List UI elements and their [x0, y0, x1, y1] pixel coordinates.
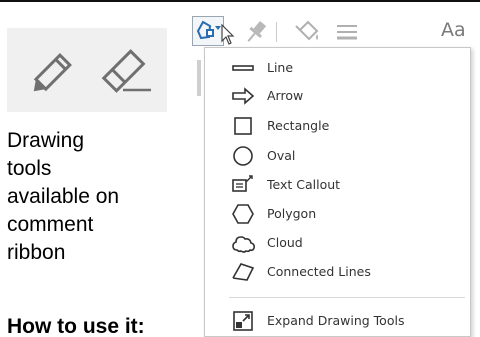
- toolbar-divider: [276, 22, 277, 42]
- fill-color-button[interactable]: [290, 16, 322, 48]
- oval-icon: [233, 146, 253, 166]
- text-callout-icon: [232, 175, 253, 192]
- expand-drawing-tools-icon: [233, 311, 253, 331]
- pin-button[interactable]: [242, 16, 270, 48]
- menu-item-rectangle[interactable]: Rectangle: [205, 112, 470, 140]
- line-icon: [232, 65, 254, 71]
- scrollbar-fragment: [197, 60, 201, 96]
- menu-item-label: Cloud: [267, 235, 303, 250]
- rectangle-icon: [234, 117, 252, 135]
- caption-text: Drawing tools available on comment ribbo…: [7, 127, 177, 267]
- drawing-tools-menu: Line Arrow Rectangle Oval Text Callout P…: [204, 47, 471, 337]
- menu-item-label: Expand Drawing Tools: [267, 313, 405, 328]
- menu-separator: [229, 297, 465, 298]
- caption-line: ribbon: [7, 241, 66, 264]
- line-style-button[interactable]: [332, 16, 362, 48]
- pencil-icon: [33, 53, 72, 92]
- caption-line: Drawing: [7, 129, 85, 152]
- arrow-icon: [232, 87, 255, 105]
- caption-line: available on: [7, 185, 120, 208]
- eraser-icon: [101, 49, 151, 93]
- tool-icons-panel: [7, 28, 167, 112]
- top-border-line: [0, 0, 480, 2]
- caption-line: comment: [7, 213, 94, 236]
- menu-item-oval[interactable]: Oval: [205, 142, 470, 170]
- caption-line: tools: [7, 157, 52, 180]
- font-button[interactable]: Aa: [441, 19, 466, 41]
- drawing-shapes-icon: [196, 20, 221, 40]
- cloud-icon: [232, 236, 255, 253]
- menu-item-label: Oval: [267, 148, 296, 163]
- polygon-icon: [232, 204, 254, 224]
- menu-item-label: Arrow: [267, 88, 304, 103]
- fill-color-icon: [295, 20, 319, 41]
- menu-item-polygon[interactable]: Polygon: [205, 200, 470, 228]
- menu-item-label: Text Callout: [267, 177, 341, 192]
- menu-item-label: Connected Lines: [267, 264, 371, 279]
- menu-item-label: Rectangle: [267, 118, 330, 133]
- menu-item-expand-drawing-tools[interactable]: Expand Drawing Tools: [205, 307, 470, 335]
- how-to-heading: How to use it:: [7, 315, 145, 337]
- menu-item-label: Polygon: [267, 206, 317, 221]
- mouse-cursor-icon: [221, 24, 235, 45]
- connected-lines-icon: [232, 263, 255, 281]
- menu-item-arrow[interactable]: Arrow: [205, 82, 470, 110]
- line-style-icon: [337, 25, 357, 40]
- menu-item-text-callout[interactable]: Text Callout: [205, 171, 470, 199]
- menu-item-cloud[interactable]: Cloud: [205, 229, 470, 257]
- menu-item-connected-lines[interactable]: Connected Lines: [205, 258, 470, 286]
- pin-icon: [247, 21, 267, 42]
- menu-item-line[interactable]: Line: [205, 54, 470, 82]
- comment-toolbar: Aa: [192, 16, 480, 48]
- menu-item-label: Line: [267, 60, 294, 75]
